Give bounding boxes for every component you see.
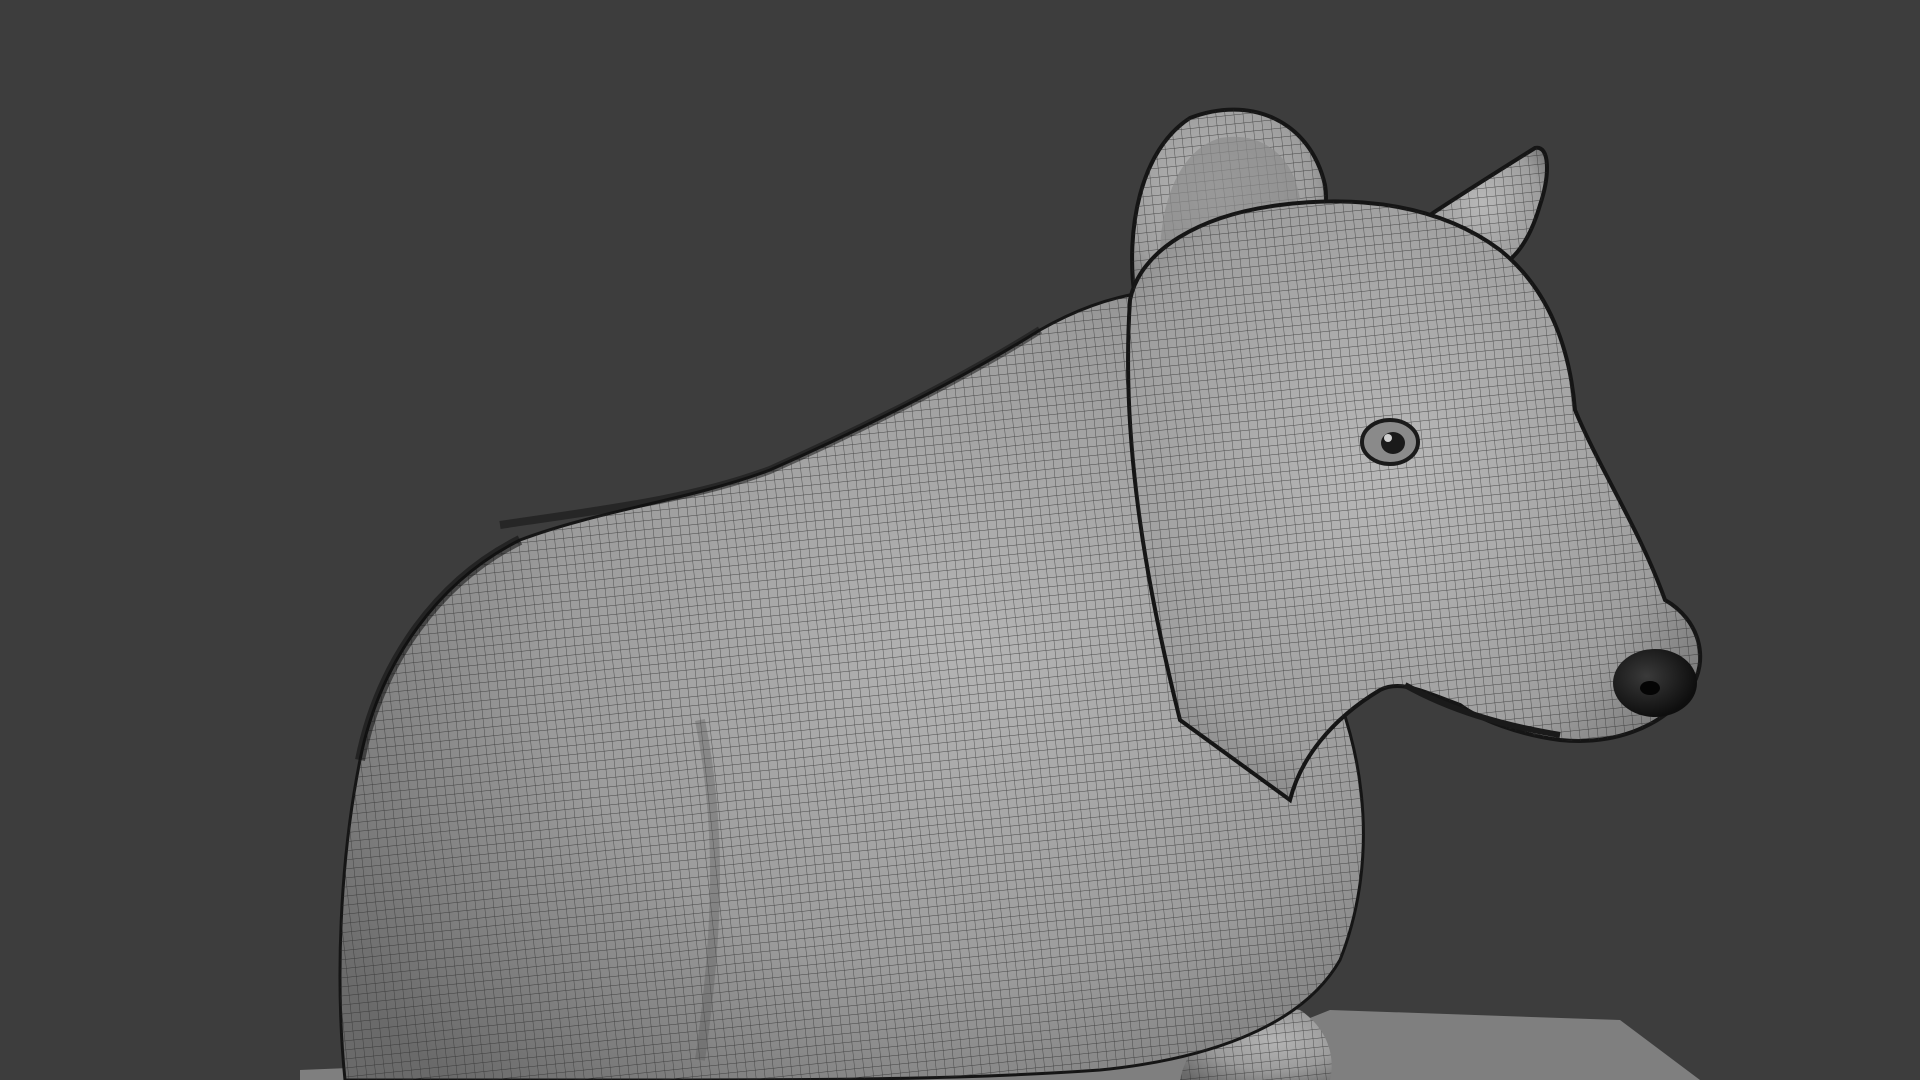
- viewport-canvas[interactable]: [0, 0, 1920, 1080]
- 3d-viewport[interactable]: [0, 0, 1920, 1080]
